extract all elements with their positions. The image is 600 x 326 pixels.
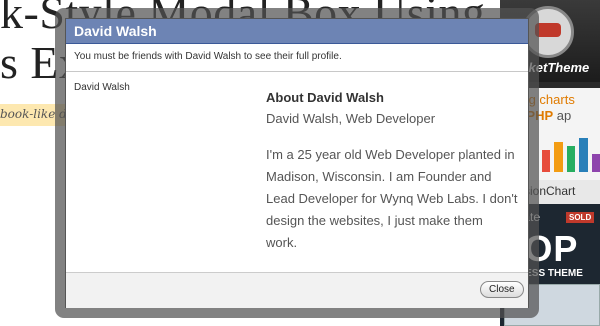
bio-line: Lead Developer for Wynq Web Labs. I don'… [266, 191, 518, 206]
bio-line: I'm a 25 year old Web Developer planted … [266, 147, 515, 162]
bio-line: design the websites, I just make them [266, 213, 483, 228]
about-heading: About David Walsh [266, 90, 384, 105]
divider [66, 71, 528, 72]
about-subtitle: David Walsh, Web Developer [266, 111, 436, 126]
bio-line: work. [266, 235, 298, 250]
bio-text: I'm a 25 year old Web Developer planted … [266, 144, 526, 254]
modal-header: David Walsh [66, 19, 528, 44]
profile-name-link[interactable]: David Walsh [74, 82, 130, 93]
close-button[interactable]: Close [480, 281, 524, 298]
friend-notice: You must be friends with David Walsh to … [74, 51, 342, 62]
bio-line: Madison, Wisconsin. I am Founder and [266, 169, 492, 184]
modal-dialog: David Walsh You must be friends with Dav… [65, 18, 529, 308]
modal-title: David Walsh [74, 23, 157, 39]
modal-footer: Close [66, 272, 528, 308]
